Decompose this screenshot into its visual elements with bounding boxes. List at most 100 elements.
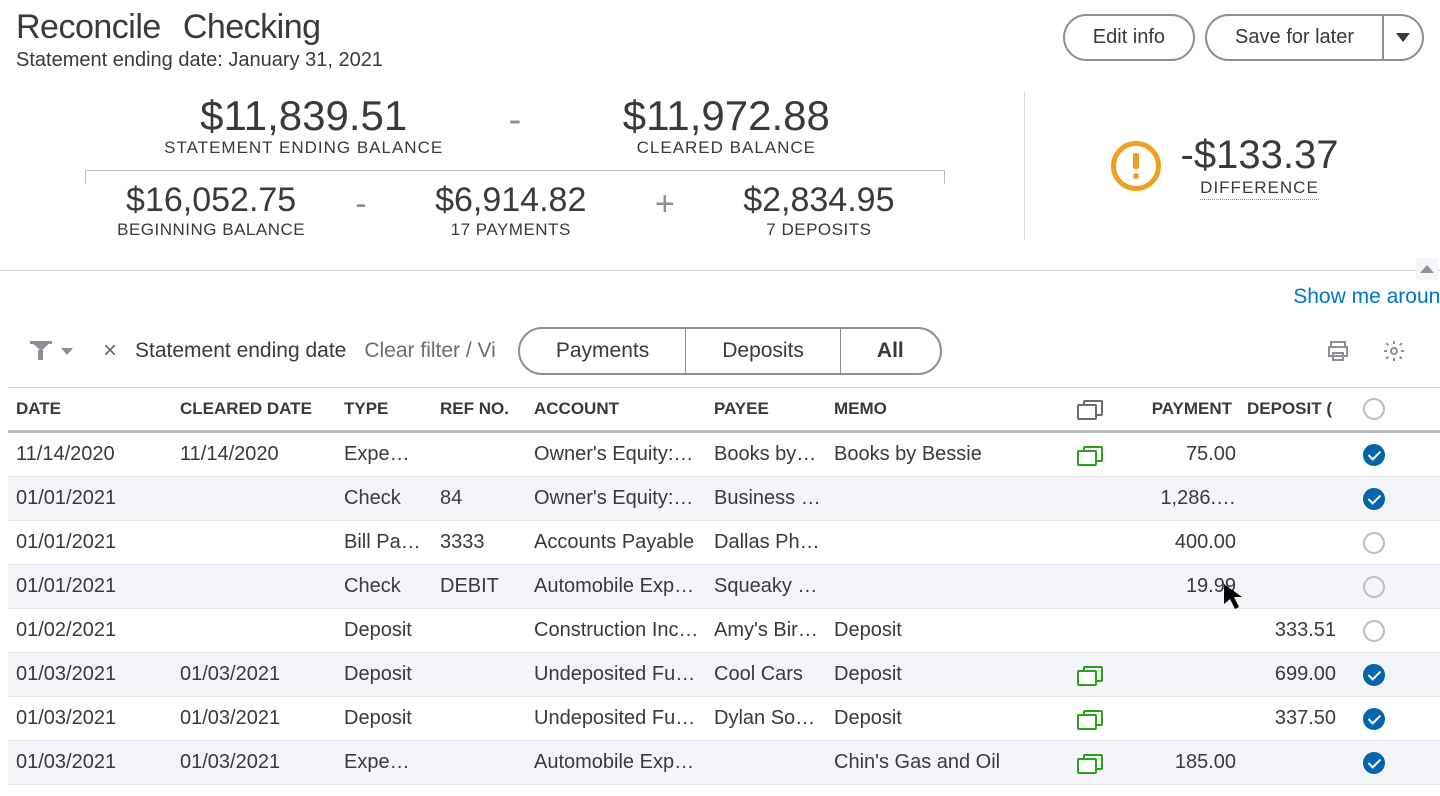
cell-attachment xyxy=(1064,446,1114,464)
table-row[interactable]: 01/02/2021 Deposit Construction Inc… Amy… xyxy=(8,609,1440,653)
payments-total: $6,914.82 17 PAYMENTS xyxy=(385,181,637,240)
row-checkbox[interactable] xyxy=(1363,664,1385,686)
checkbox-all[interactable] xyxy=(1363,398,1385,420)
segment-all[interactable]: All xyxy=(841,329,940,373)
show-me-around-link[interactable]: Show me around xyxy=(1293,285,1440,308)
save-menu-button[interactable] xyxy=(1382,14,1424,61)
cell-checkbox xyxy=(1344,488,1404,510)
statement-ending-balance: $11,839.51 STATEMENT ENDING BALANCE xyxy=(129,92,479,158)
cell-checkbox xyxy=(1344,620,1404,642)
filter-chip: Statement ending date xyxy=(135,339,346,363)
scroll-up-button[interactable] xyxy=(1416,258,1438,280)
table-row[interactable]: 11/14/2020 11/14/2020 Expe… Owner's Equi… xyxy=(8,433,1440,477)
cell-account: Owner's Equity:… xyxy=(534,443,714,466)
table-row[interactable]: 01/01/2021 Bill Pa… 3333 Accounts Payabl… xyxy=(8,521,1440,565)
cell-payee: Cool Cars xyxy=(714,663,834,686)
edit-info-button[interactable]: Edit info xyxy=(1063,14,1195,61)
cell-type: Check xyxy=(344,487,440,510)
caret-down-icon xyxy=(61,348,73,355)
cell-checkbox xyxy=(1344,664,1404,686)
cell-memo: Books by Bessie xyxy=(834,443,1064,466)
row-checkbox[interactable] xyxy=(1363,576,1385,598)
attachment-icon xyxy=(1077,400,1101,418)
clear-filter-x[interactable]: × xyxy=(103,337,117,365)
cell-date: 01/01/2021 xyxy=(16,487,180,510)
row-checkbox[interactable] xyxy=(1363,532,1385,554)
col-type[interactable]: TYPE xyxy=(344,399,440,419)
row-checkbox[interactable] xyxy=(1363,752,1385,774)
cell-account: Undeposited Fu… xyxy=(534,707,714,730)
cell-attachment xyxy=(1064,666,1114,684)
table-row[interactable]: 01/03/2021 01/03/2021 Deposit Undeposite… xyxy=(8,697,1440,741)
attachment-icon xyxy=(1077,490,1101,508)
cell-date: 11/14/2020 xyxy=(16,443,180,466)
cell-payment: 75.00 xyxy=(1114,443,1244,466)
table-row[interactable]: 01/03/2021 01/03/2021 Deposit Undeposite… xyxy=(8,653,1440,697)
page-title: ReconcileChecking xyxy=(16,8,383,47)
col-memo[interactable]: MEMO xyxy=(834,399,1064,419)
row-checkbox[interactable] xyxy=(1363,620,1385,642)
col-deposit[interactable]: DEPOSIT ( xyxy=(1244,399,1344,419)
save-for-later-button[interactable]: Save for later xyxy=(1205,14,1382,61)
cell-attachment xyxy=(1064,754,1114,772)
cell-checkbox xyxy=(1344,444,1404,466)
cell-payment: 400.00 xyxy=(1114,531,1244,554)
row-checkbox[interactable] xyxy=(1363,488,1385,510)
cell-checkbox xyxy=(1344,752,1404,774)
col-select-all[interactable] xyxy=(1344,398,1404,420)
cell-checkbox xyxy=(1344,532,1404,554)
cell-attachment xyxy=(1064,490,1114,508)
filter-button[interactable] xyxy=(30,341,73,361)
attachment-icon xyxy=(1077,578,1101,596)
cell-payee: Business … xyxy=(714,487,834,510)
cell-type: Deposit xyxy=(344,707,440,730)
print-icon[interactable] xyxy=(1326,339,1350,363)
cell-account: Automobile Exp… xyxy=(534,751,714,774)
row-checkbox[interactable] xyxy=(1363,708,1385,730)
cell-date: 01/01/2021 xyxy=(16,531,180,554)
col-payment[interactable]: PAYMENT xyxy=(1114,399,1244,419)
difference: -$133.37 DIFFERENCE xyxy=(1181,133,1339,200)
attachment-icon xyxy=(1077,446,1101,464)
cell-ref: 3333 xyxy=(440,531,534,554)
row-checkbox[interactable] xyxy=(1363,444,1385,466)
col-cleared-date[interactable]: CLEARED DATE xyxy=(180,399,344,419)
minus-operator: - xyxy=(337,185,384,236)
attachment-icon xyxy=(1077,622,1101,640)
cell-cleared-date: 11/14/2020 xyxy=(180,443,344,466)
gear-icon[interactable] xyxy=(1382,339,1406,363)
cell-payee: Dallas Ph… xyxy=(714,531,834,554)
cell-attachment xyxy=(1064,578,1114,596)
funnel-icon xyxy=(30,341,52,361)
segment-deposits[interactable]: Deposits xyxy=(686,329,841,373)
cell-date: 01/03/2021 xyxy=(16,751,180,774)
col-date[interactable]: DATE xyxy=(16,399,180,419)
cell-cleared-date: 01/03/2021 xyxy=(180,751,344,774)
cell-type: Bill Pa… xyxy=(344,531,440,554)
cell-account: Owner's Equity:… xyxy=(534,487,714,510)
table-row[interactable]: 01/03/2021 01/03/2021 Expe… Automobile E… xyxy=(8,741,1440,785)
cell-payment: 1,286.… xyxy=(1114,487,1244,510)
cell-date: 01/03/2021 xyxy=(16,707,180,730)
cell-checkbox xyxy=(1344,708,1404,730)
col-attachment[interactable] xyxy=(1064,400,1114,418)
cell-payment: 185.00 xyxy=(1114,751,1244,774)
cell-memo: Deposit xyxy=(834,707,1064,730)
deposits-total: $2,834.95 7 DEPOSITS xyxy=(693,181,945,240)
clear-filter-link[interactable]: Clear filter / Vi xyxy=(364,339,496,363)
col-ref[interactable]: REF NO. xyxy=(440,399,534,419)
cell-type: Expe… xyxy=(344,443,440,466)
cleared-balance: $11,972.88 CLEARED BALANCE xyxy=(551,92,901,158)
cell-account: Automobile Exp… xyxy=(534,575,714,598)
cell-type: Expe… xyxy=(344,751,440,774)
cell-attachment xyxy=(1064,534,1114,552)
col-payee[interactable]: PAYEE xyxy=(714,399,834,419)
cell-payee: Amy's Bir… xyxy=(714,619,834,642)
table-row[interactable]: 01/01/2021 Check 84 Owner's Equity:… Bus… xyxy=(8,477,1440,521)
type-segmented-control: Payments Deposits All xyxy=(518,327,942,375)
segment-payments[interactable]: Payments xyxy=(520,329,686,373)
cell-type: Check xyxy=(344,575,440,598)
cell-date: 01/01/2021 xyxy=(16,575,180,598)
cell-account: Undeposited Fu… xyxy=(534,663,714,686)
col-account[interactable]: ACCOUNT xyxy=(534,399,714,419)
